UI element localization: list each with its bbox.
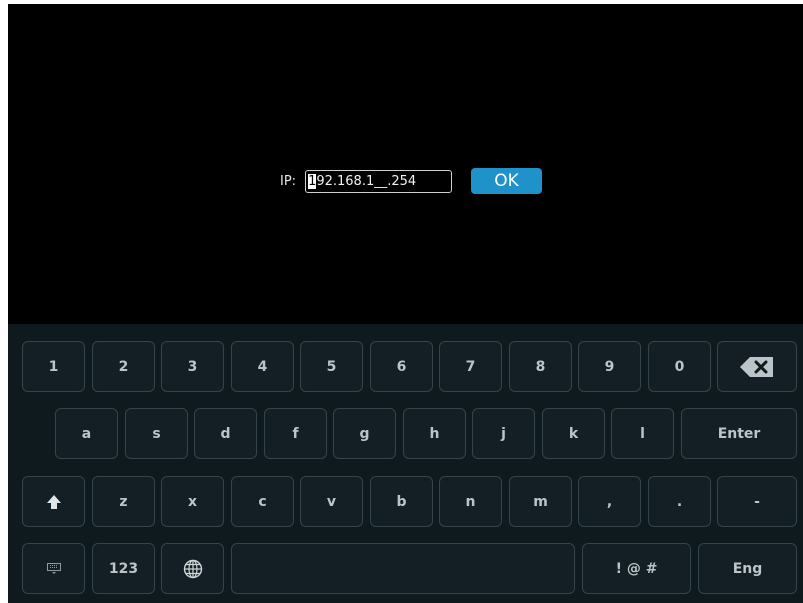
shift-key[interactable] — [22, 476, 85, 527]
key-0[interactable]: 0 — [648, 341, 711, 392]
key-s[interactable]: s — [125, 408, 188, 459]
ip-entry-row: IP: 1 92.168.1__.254 OK — [280, 166, 543, 196]
key-v[interactable]: v — [300, 476, 363, 527]
key-6[interactable]: 6 — [370, 341, 433, 392]
key-m[interactable]: m — [509, 476, 572, 527]
shift-arrow-icon — [46, 494, 61, 509]
key-b[interactable]: b — [370, 476, 433, 527]
on-screen-keyboard: 1 2 3 4 5 6 7 8 9 0 a s d f g h j k l En… — [8, 324, 803, 603]
key-c[interactable]: c — [231, 476, 294, 527]
symbols-key[interactable]: ! @ # — [582, 543, 691, 594]
key-comma[interactable]: , — [578, 476, 641, 527]
key-x[interactable]: x — [161, 476, 224, 527]
key-f[interactable]: f — [264, 408, 327, 459]
key-g[interactable]: g — [333, 408, 396, 459]
key-8[interactable]: 8 — [509, 341, 572, 392]
ip-address-input[interactable]: 1 92.168.1__.254 — [305, 169, 453, 193]
key-l[interactable]: l — [611, 408, 674, 459]
key-3[interactable]: 3 — [161, 341, 224, 392]
key-n[interactable]: n — [439, 476, 502, 527]
enter-key[interactable]: Enter — [681, 408, 797, 459]
backspace-icon — [740, 356, 773, 377]
key-1[interactable]: 1 — [22, 341, 85, 392]
ip-address-value: 92.168.1__.254 — [316, 173, 417, 189]
hide-keyboard-key[interactable] — [22, 543, 85, 594]
space-key[interactable] — [231, 543, 575, 594]
key-j[interactable]: j — [472, 408, 535, 459]
backspace-key[interactable] — [717, 341, 797, 392]
language-switch-key[interactable] — [161, 543, 224, 594]
key-period[interactable]: . — [648, 476, 711, 527]
key-5[interactable]: 5 — [300, 341, 363, 392]
key-k[interactable]: k — [542, 408, 605, 459]
language-key[interactable]: Eng — [698, 543, 797, 594]
globe-icon — [183, 559, 202, 578]
key-4[interactable]: 4 — [231, 341, 294, 392]
key-9[interactable]: 9 — [578, 341, 641, 392]
key-hyphen[interactable]: - — [717, 476, 797, 527]
key-d[interactable]: d — [194, 408, 257, 459]
key-z[interactable]: z — [92, 476, 155, 527]
text-cursor: 1 — [308, 173, 317, 189]
ok-button[interactable]: OK — [471, 168, 543, 194]
ip-label: IP: — [280, 173, 297, 189]
key-2[interactable]: 2 — [92, 341, 155, 392]
key-h[interactable]: h — [403, 408, 466, 459]
key-7[interactable]: 7 — [439, 341, 502, 392]
numbers-key[interactable]: 123 — [92, 543, 155, 594]
screen: IP: 1 92.168.1__.254 OK 1 2 3 4 5 6 7 8 9… — [8, 4, 803, 603]
key-a[interactable]: a — [55, 408, 118, 459]
keyboard-icon — [46, 562, 61, 574]
